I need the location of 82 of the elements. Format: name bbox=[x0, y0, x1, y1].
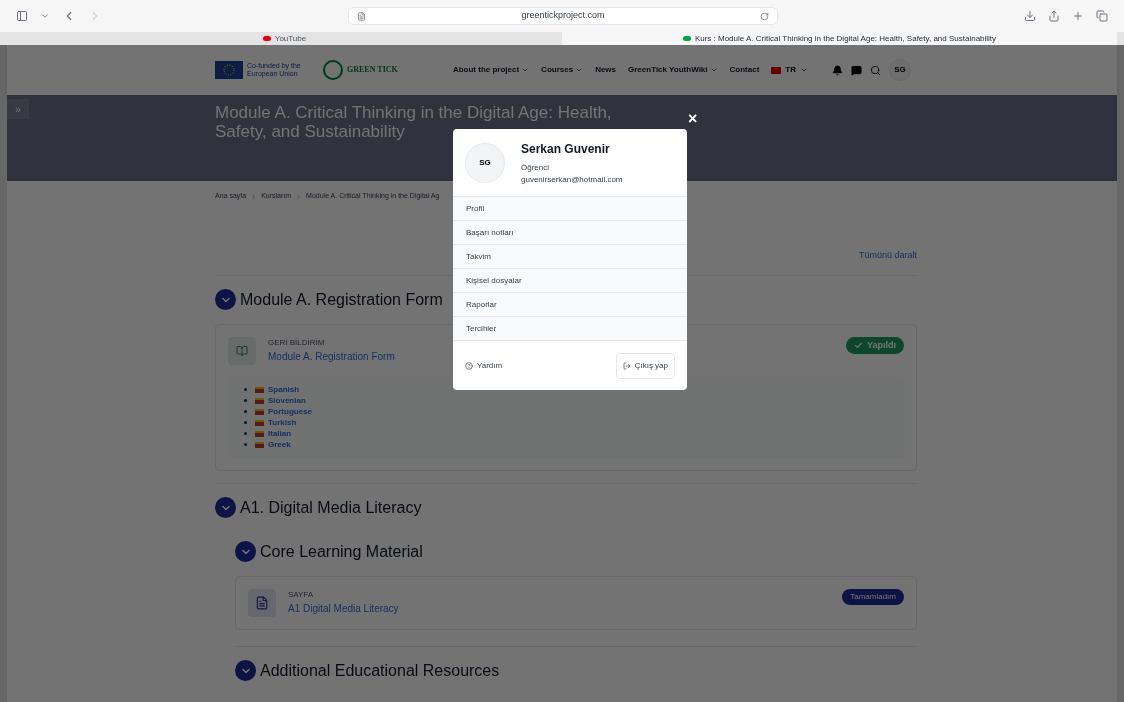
tab-label: Kurs : Module A. Critical Thinking in the Digital Age: Health, Safety, and Sustainability bbox=[694, 32, 997, 45]
nav-link[interactable]: About the project bbox=[452, 64, 530, 76]
user-avatar[interactable]: SG bbox=[889, 59, 911, 81]
url-text: greentickproject.com bbox=[520, 9, 606, 23]
bullet-icon bbox=[244, 432, 247, 435]
bullet-icon bbox=[244, 421, 247, 424]
logo-icon bbox=[682, 36, 691, 41]
section-title: Additional Educational Resources bbox=[260, 660, 500, 681]
address-bar[interactable]: greentickproject.com bbox=[348, 7, 778, 25]
chevron-down-icon[interactable] bbox=[40, 11, 50, 21]
brand-name: GREEN TICK bbox=[347, 64, 398, 76]
nav-link[interactable]: Courses bbox=[541, 64, 584, 76]
nav-link[interactable]: GreenTick YouthWiki bbox=[628, 64, 718, 76]
eu-flag-icon bbox=[215, 61, 243, 79]
message-icon[interactable] bbox=[851, 64, 862, 76]
activity-type: SAYFA bbox=[288, 588, 314, 601]
flag-icon bbox=[771, 66, 782, 74]
separator-icon bbox=[295, 192, 303, 200]
mark-done-button[interactable]: Tamamladım bbox=[842, 588, 904, 605]
collapse-toggle[interactable] bbox=[215, 497, 236, 518]
course-title: Module A. Critical Thinking in the Digital Age: Health, Safety, and Sustainability bbox=[215, 103, 613, 141]
completion-badge: Yapıldı bbox=[846, 336, 904, 354]
tab-label: YouTube bbox=[274, 32, 307, 45]
activity-link[interactable]: A1 Digital Media Literacy bbox=[288, 600, 399, 616]
help-icon bbox=[465, 361, 473, 370]
browser-tab[interactable]: Kurs : Module A. Critical Thinking in the Digital Age: Health, Safety, and Sustainability bbox=[562, 32, 1117, 45]
logout-icon bbox=[622, 361, 631, 370]
help-link[interactable]: Yardım bbox=[465, 359, 503, 372]
collapse-all-link[interactable]: Tümünü daralt bbox=[858, 249, 917, 263]
user-name: Serkan Guvenir bbox=[521, 140, 611, 158]
check-icon bbox=[854, 340, 863, 350]
menu-item[interactable]: Başarı notları bbox=[453, 220, 687, 244]
video-icon bbox=[262, 36, 271, 41]
logout-button[interactable]: Çıkış yap bbox=[615, 352, 675, 379]
nav-link[interactable]: News bbox=[595, 64, 617, 76]
collapse-toggle[interactable] bbox=[215, 289, 236, 310]
bell-icon[interactable] bbox=[832, 64, 843, 76]
menu-item[interactable]: Tercihler bbox=[453, 316, 687, 340]
sidebar-icon[interactable] bbox=[16, 10, 28, 22]
download-icon[interactable] bbox=[1024, 10, 1036, 22]
activity-type: GERİ BİLDİRİM bbox=[268, 336, 325, 349]
runner-logo-icon bbox=[323, 60, 343, 80]
user-email: guvenirserkan@hotmail.com bbox=[521, 173, 623, 186]
language-link[interactable]: Turkish bbox=[268, 417, 297, 428]
collapse-toggle[interactable] bbox=[235, 660, 256, 681]
bullet-icon bbox=[244, 399, 247, 402]
user-role: Öğrenci bbox=[521, 161, 550, 174]
tabs-overview-icon[interactable] bbox=[1096, 10, 1108, 22]
chevron-down-icon bbox=[521, 66, 530, 74]
drawer-toggle[interactable]: » bbox=[7, 99, 29, 119]
chevron-down-icon bbox=[709, 66, 718, 74]
share-icon[interactable] bbox=[1048, 10, 1060, 22]
language-link[interactable]: Italian bbox=[268, 428, 292, 439]
separator-icon bbox=[250, 192, 258, 200]
nav-link[interactable]: Contact bbox=[729, 64, 760, 76]
bullet-icon bbox=[244, 410, 247, 413]
menu-item[interactable]: Takvim bbox=[453, 244, 687, 268]
language-link[interactable]: Greek bbox=[268, 439, 291, 450]
language-link[interactable]: Spanish bbox=[268, 384, 300, 395]
document-icon bbox=[248, 588, 276, 617]
section-title: A1. Digital Media Literacy bbox=[240, 497, 422, 518]
avatar-initials: SG bbox=[465, 142, 505, 183]
collapse-toggle[interactable] bbox=[235, 541, 256, 562]
reload-icon[interactable] bbox=[760, 11, 769, 21]
activity-link[interactable]: Module A. Registration Form bbox=[268, 348, 395, 364]
menu-item[interactable]: Raporlar bbox=[453, 292, 687, 316]
chevron-down-icon bbox=[800, 66, 808, 74]
bullet-icon bbox=[244, 443, 247, 446]
language-link[interactable]: Slovenian bbox=[268, 395, 306, 406]
page-icon bbox=[357, 11, 366, 21]
section-title: Core Learning Material bbox=[260, 541, 423, 562]
section-title: Module A. Registration Form bbox=[240, 289, 443, 310]
new-tab-icon[interactable] bbox=[1072, 10, 1084, 22]
chevron-down-icon bbox=[575, 66, 584, 74]
menu-item[interactable]: Kişisel dosyalar bbox=[453, 268, 687, 292]
language-link[interactable]: Portuguese bbox=[268, 406, 312, 417]
language-selector[interactable]: TR bbox=[771, 64, 808, 76]
book-icon bbox=[228, 336, 256, 365]
bullet-icon bbox=[244, 388, 247, 391]
search-icon[interactable] bbox=[870, 64, 881, 76]
close-button[interactable]: × bbox=[688, 111, 698, 127]
menu-item[interactable]: Profil bbox=[453, 196, 687, 220]
